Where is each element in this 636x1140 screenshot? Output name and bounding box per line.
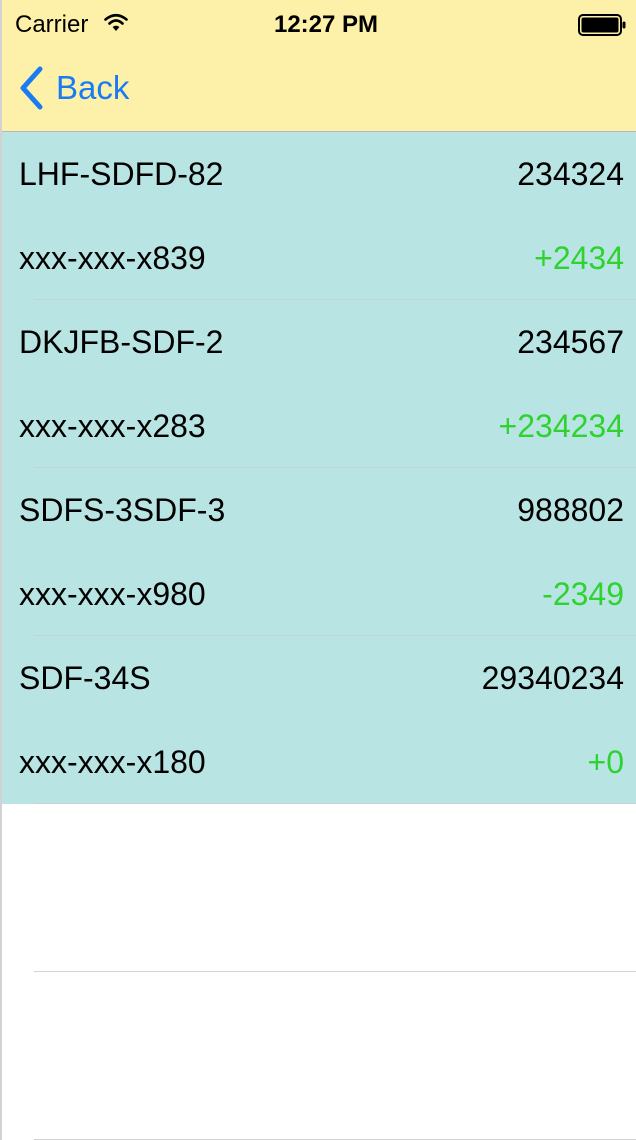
account-number: xxx-xxx-x839	[19, 239, 206, 276]
value-change: +234234	[498, 407, 624, 444]
account-code: LHF-SDFD-82	[19, 155, 224, 192]
left-edge-divider	[0, 0, 2, 1140]
account-value: 29340234	[481, 659, 624, 696]
account-value: 234324	[517, 155, 624, 192]
table-row[interactable]: SDF-34S 29340234 xxx-xxx-x180 +0	[0, 636, 636, 804]
account-code: SDF-34S	[19, 659, 151, 696]
navigation-bar: Back	[0, 48, 636, 132]
back-label: Back	[56, 69, 130, 106]
account-value: 988802	[517, 491, 624, 528]
table-row[interactable]: SDFS-3SDF-3 988802 xxx-xxx-x980 -2349	[0, 468, 636, 636]
account-number: xxx-xxx-x180	[19, 743, 206, 780]
status-bar: Carrier 12:27 PM	[0, 0, 636, 48]
table-row[interactable]: LHF-SDFD-82 234324 xxx-xxx-x839 +2434	[0, 132, 636, 300]
battery-icon	[578, 14, 626, 41]
account-code: SDFS-3SDF-3	[19, 491, 226, 528]
chevron-left-icon	[20, 66, 43, 110]
value-change: -2349	[542, 575, 624, 612]
value-change: +2434	[534, 239, 624, 276]
empty-row	[0, 804, 636, 972]
status-time: 12:27 PM	[273, 11, 379, 38]
account-number: xxx-xxx-x980	[19, 575, 206, 612]
accounts-table: LHF-SDFD-82 234324 xxx-xxx-x839 +2434 DK…	[0, 132, 636, 1140]
account-number: xxx-xxx-x283	[19, 407, 206, 444]
header: Carrier 12:27 PM Back	[0, 0, 636, 132]
back-button[interactable]: Back	[18, 66, 129, 110]
account-code: DKJFB-SDF-2	[19, 323, 224, 360]
empty-row	[0, 972, 636, 1140]
table-row[interactable]: DKJFB-SDF-2 234567 xxx-xxx-x283 +234234	[0, 300, 636, 468]
account-value: 234567	[517, 323, 624, 360]
screen: Carrier 12:27 PM Back LHF-SDFD-82 234324…	[0, 0, 636, 1140]
value-change: +0	[587, 743, 624, 780]
